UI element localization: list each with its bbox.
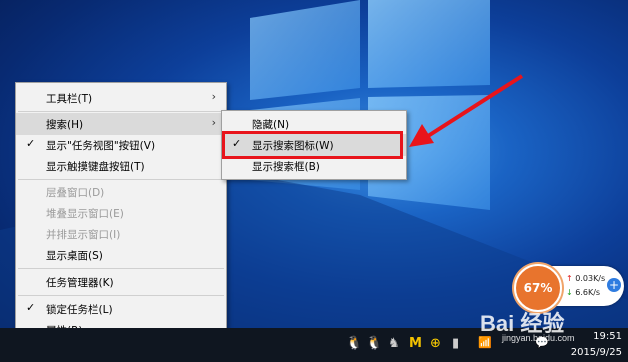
upload-speed: ↑ 0.03K/s [566, 274, 605, 283]
m-icon[interactable]: M [409, 336, 422, 351]
battery-icon[interactable]: ▮ [452, 336, 459, 351]
upload-speed-value: 0.03K/s [575, 274, 606, 283]
upload-arrow-icon: ↑ [566, 274, 573, 283]
qq-penguin-icon[interactable]: 🐧 [366, 336, 382, 351]
clock-date: 2015/9/25 [570, 347, 622, 358]
memory-usage-gauge[interactable]: 67% [514, 264, 562, 312]
qq-penguin-icon[interactable]: 🐧 [346, 336, 362, 351]
watermark-url: jingyan.baidu.com [502, 333, 575, 343]
app-icon[interactable]: ♞ [388, 336, 400, 351]
download-speed-value: 6.6K/s [575, 288, 601, 297]
download-speed: ↓ 6.6K/s [566, 288, 600, 297]
plus-icon[interactable]: ⊕ [430, 336, 441, 351]
download-arrow-icon: ↓ [566, 288, 573, 297]
add-icon[interactable]: + [607, 278, 621, 292]
